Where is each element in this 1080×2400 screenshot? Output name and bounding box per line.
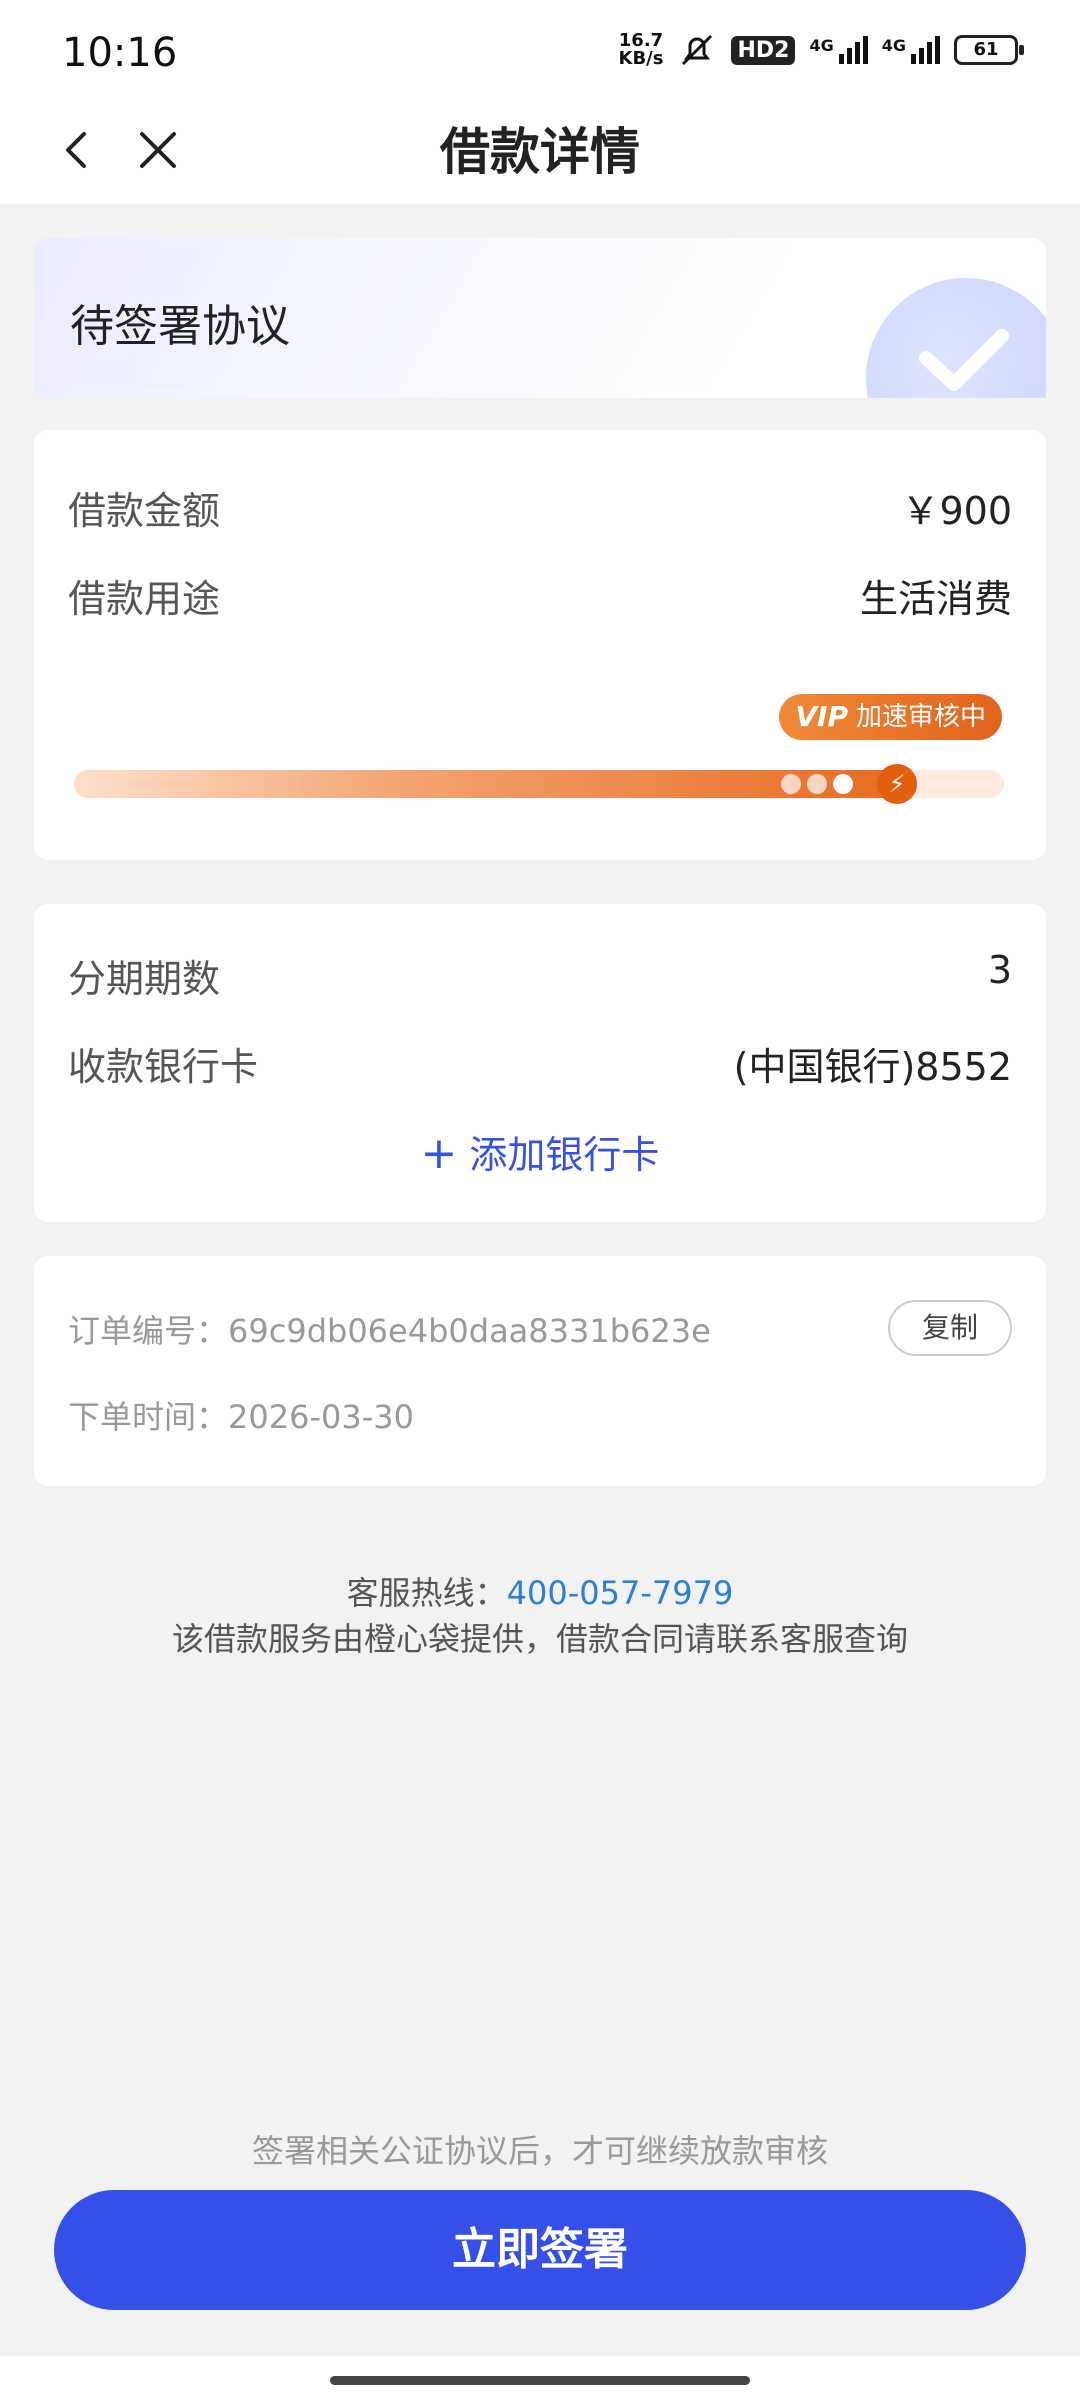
sign-now-button[interactable]: 立即签署 — [54, 2190, 1026, 2310]
plus-icon: + — [420, 1128, 458, 1179]
periods-label: 分期期数 — [68, 957, 221, 1001]
progress-dot — [833, 774, 853, 794]
signal-icon: 4G — [809, 36, 868, 64]
provider-note: 该借款服务由橙心袋提供，借款合同请联系客服查询 — [171, 1620, 908, 1658]
loan-purpose-label: 借款用途 — [68, 577, 221, 621]
network-speed: 16.7 KB/s — [619, 32, 664, 68]
order-number-value: 69c9db06e4b0daa8331b623e — [228, 1312, 711, 1350]
check-badge — [866, 278, 1046, 398]
signal-tag: 4G — [881, 36, 906, 55]
vip-review-text: 加速审核中 — [855, 702, 986, 732]
home-indicator[interactable] — [330, 2376, 750, 2385]
order-info-card: 订单编号：69c9db06e4b0daa8331b623e 复制 下单时间：20… — [34, 1256, 1046, 1486]
vip-review-badge: VIP 加速审核中 — [779, 694, 1002, 740]
loan-amount-row: 借款金额 ￥900 — [68, 480, 1012, 535]
sign-hint: 签署相关公证协议后，才可继续放款审核 — [251, 2132, 828, 2170]
bank-card-row[interactable]: 收款银行卡 (中国银行)8552 — [68, 1036, 1012, 1091]
hotline-label: 客服热线： — [346, 1574, 507, 1612]
nav-bar: 借款详情 — [0, 100, 1080, 204]
add-bank-card-label: 添加银行卡 — [469, 1133, 660, 1177]
loan-purpose-row: 借款用途 生活消费 — [68, 568, 1012, 623]
status-time: 10:16 — [62, 30, 178, 76]
review-progress-bar: ⚡ — [74, 764, 1004, 804]
hotline-number-link[interactable]: 400-057-7979 — [507, 1574, 734, 1612]
order-time-row: 下单时间：2026-03-30 — [68, 1392, 414, 1438]
vip-logo: VIP — [795, 700, 848, 733]
status-card: 待签署协议 — [34, 238, 1046, 398]
bank-card-value: (中国银行)8552 — [733, 1045, 1012, 1089]
review-progress-fill: ⚡ — [74, 764, 917, 804]
periods-row: 分期期数 3 — [68, 948, 1012, 1003]
loan-amount-label: 借款金额 — [68, 489, 221, 533]
status-title: 待签署协议 — [70, 301, 290, 352]
signal-icon: 4G — [882, 36, 940, 64]
check-icon — [919, 329, 1009, 391]
lightning-icon: ⚡ — [877, 764, 917, 804]
bank-card-label: 收款银行卡 — [68, 1045, 259, 1089]
system-nav-bar — [0, 2356, 1080, 2400]
network-speed-unit: KB/s — [618, 48, 664, 69]
customer-service-info: 客服热线：400-057-7979 该借款服务由橙心袋提供，借款合同请联系客服查… — [0, 1570, 1080, 1662]
progress-dot — [807, 774, 827, 794]
loan-purpose-value: 生活消费 — [859, 577, 1012, 621]
periods-value: 3 — [987, 948, 1012, 992]
status-icons: 16.7 KB/s HD2 4G 4G 61 — [619, 32, 1024, 68]
page-title: 借款详情 — [440, 123, 640, 181]
installment-card: 分期期数 3 收款银行卡 (中国银行)8552 + 添加银行卡 — [34, 904, 1046, 1222]
order-time-value: 2026-03-30 — [228, 1398, 414, 1436]
order-number-label: 订单编号： — [68, 1312, 229, 1350]
status-bar: 10:16 16.7 KB/s HD2 4G 4G 61 — [0, 0, 1080, 100]
copy-button[interactable]: 复制 — [888, 1300, 1012, 1356]
signal-tag: 4G — [809, 36, 834, 55]
hd-icon: HD2 — [731, 35, 796, 65]
order-number-row: 订单编号：69c9db06e4b0daa8331b623e — [68, 1306, 711, 1352]
loan-info-card: 借款金额 ￥900 借款用途 生活消费 VIP 加速审核中 ⚡ — [34, 430, 1046, 860]
hotline-row: 客服热线：400-057-7979 — [0, 1570, 1080, 1616]
progress-dot — [781, 774, 801, 794]
mute-icon — [682, 34, 713, 66]
add-bank-card-button[interactable]: + 添加银行卡 — [34, 1124, 1046, 1179]
loan-amount-value: ￥900 — [901, 489, 1012, 533]
order-time-label: 下单时间： — [68, 1398, 229, 1436]
battery-icon: 61 — [954, 35, 1024, 65]
